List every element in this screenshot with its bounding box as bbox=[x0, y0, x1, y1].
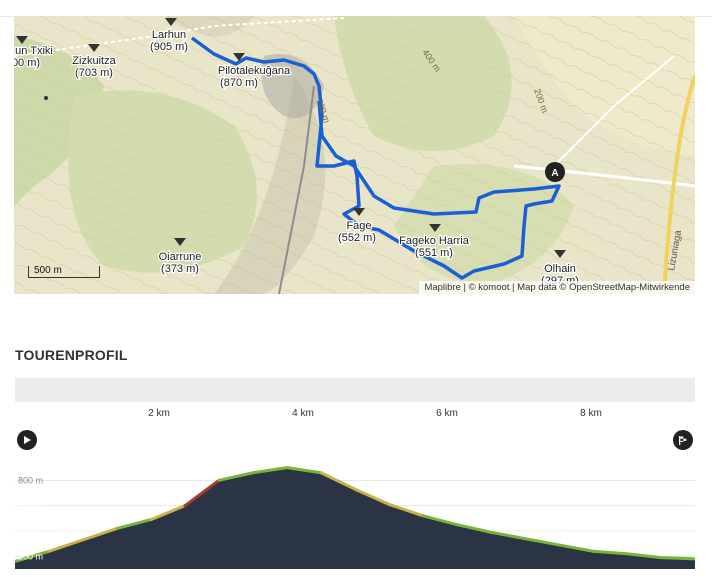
peak-label: Oiarrune bbox=[159, 251, 202, 263]
osm-link[interactable]: OpenStreetMap-Mitwirkende bbox=[569, 282, 690, 293]
maplibre-link[interactable]: Maplibre bbox=[424, 282, 460, 293]
distance-tick-label: 6 km bbox=[436, 408, 458, 419]
peak-label: Olhain bbox=[544, 263, 576, 275]
elevation-profile-chart[interactable]: 800 m 600 m 400 m 200 m bbox=[15, 455, 695, 569]
svg-text:A: A bbox=[551, 168, 558, 179]
poi-dot bbox=[44, 96, 48, 100]
map-attribution: Maplibre | © komoot | Map data © OpenStr… bbox=[419, 281, 695, 294]
elevation-tick-label: 600 m bbox=[18, 501, 43, 511]
komoot-link[interactable]: komoot bbox=[478, 282, 509, 293]
map-canvas[interactable]: Larhun (905 m) Pilotalekuĝana (870 m) Zi… bbox=[14, 16, 695, 294]
profile-header-bar bbox=[15, 378, 695, 402]
top-strip bbox=[0, 0, 712, 17]
profile-segment bbox=[659, 556, 695, 561]
distance-tick-label: 4 km bbox=[292, 408, 314, 419]
peak-label: Larhun bbox=[152, 29, 186, 41]
elevation-tick-label: 800 m bbox=[18, 475, 43, 485]
elevation-area bbox=[15, 467, 695, 569]
peak-elev: (373 m) bbox=[161, 263, 199, 275]
attribution-separator: | bbox=[509, 282, 518, 293]
peak-label: Pilotalekuĝana bbox=[218, 65, 291, 77]
peak-elev: (870 m) bbox=[220, 77, 258, 89]
peak-label: Zizkuitza bbox=[72, 55, 116, 67]
play-icon[interactable] bbox=[17, 430, 37, 450]
peak-label: Fage bbox=[346, 220, 371, 232]
start-marker[interactable]: A bbox=[545, 162, 565, 182]
attribution-separator: | © bbox=[460, 282, 479, 293]
attribution-separator: © bbox=[556, 282, 570, 293]
tour-map[interactable]: Larhun (905 m) Pilotalekuĝana (870 m) Zi… bbox=[14, 16, 695, 294]
peak-elev: 00 m) bbox=[14, 57, 40, 69]
distance-tick-label: 2 km bbox=[148, 408, 170, 419]
elevation-tick-label: 400 m bbox=[18, 526, 43, 536]
distance-axis: 2 km 4 km 6 km 8 km bbox=[15, 402, 695, 426]
mapdata-link[interactable]: Map data bbox=[517, 282, 557, 293]
peak-label: un Txiki bbox=[15, 45, 53, 57]
distance-tick-label: 8 km bbox=[580, 408, 602, 419]
peak-elev: (551 m) bbox=[415, 247, 453, 259]
map-scale-bar: 500 m bbox=[28, 265, 100, 278]
elevation-tick-label: 200 m bbox=[18, 551, 43, 561]
peak-label: Fageko Harria bbox=[399, 235, 470, 247]
peak-elev: (552 m) bbox=[338, 232, 376, 244]
peak-elev: (905 m) bbox=[150, 41, 188, 53]
peak-elev: (703 m) bbox=[75, 67, 113, 79]
finish-flag-icon[interactable] bbox=[673, 430, 693, 450]
map-scale-label: 500 m bbox=[34, 265, 62, 276]
profile-section-title: TOURENPROFIL bbox=[15, 347, 128, 363]
